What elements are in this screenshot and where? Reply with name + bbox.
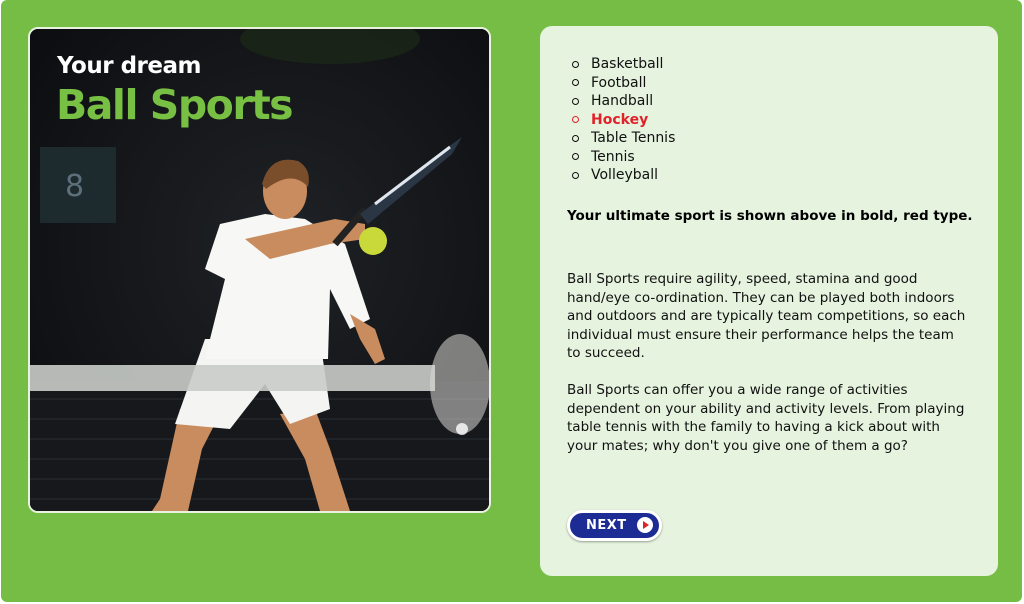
sport-list: Basketball Football Handball Hockey Tabl… — [572, 55, 675, 185]
sport-label: Tennis — [591, 148, 635, 165]
sport-item-football: Football — [572, 74, 675, 93]
next-label: NEXT — [586, 518, 627, 533]
sport-label: Volleyball — [591, 167, 658, 184]
hero-title: Ball Sports — [56, 81, 294, 129]
result-panel: Basketball Football Handball Hockey Tabl… — [540, 26, 998, 576]
sport-label: Basketball — [591, 56, 664, 73]
circle-bullet-icon — [572, 79, 579, 87]
sport-item-hockey: Hockey — [572, 111, 675, 130]
court-number: 8 — [65, 169, 85, 204]
play-arrow-icon — [637, 517, 653, 533]
sport-label: Hockey — [591, 111, 649, 128]
hero-kicker: Your dream — [57, 53, 201, 79]
description-paragraph-2: Ball Sports can offer you a wide range o… — [567, 382, 965, 454]
next-button[interactable]: NEXT — [567, 510, 662, 541]
circle-bullet-icon — [572, 134, 579, 142]
sport-label: Table Tennis — [591, 130, 676, 147]
circle-bullet-icon — [572, 153, 579, 161]
sport-item-basketball: Basketball — [572, 55, 675, 74]
sport-item-table-tennis: Table Tennis — [572, 129, 675, 148]
hero-photo: Your dream Ball Sports 8 — [28, 27, 491, 513]
circle-bullet-icon — [572, 97, 579, 105]
sport-label: Handball — [591, 93, 654, 110]
circle-bullet-icon — [572, 60, 579, 68]
page-background: Your dream Ball Sports 8 Basketball Foot… — [1, 0, 1022, 602]
sport-item-volleyball: Volleyball — [572, 166, 675, 185]
circle-bullet-icon — [572, 171, 579, 179]
description-paragraph-1: Ball Sports require agility, speed, stam… — [567, 271, 966, 361]
result-lead: Your ultimate sport is shown above in bo… — [567, 208, 973, 224]
sport-item-tennis: Tennis — [572, 148, 675, 167]
sport-label: Football — [591, 74, 647, 91]
sport-item-handball: Handball — [572, 92, 675, 111]
circle-bullet-icon — [572, 116, 579, 124]
